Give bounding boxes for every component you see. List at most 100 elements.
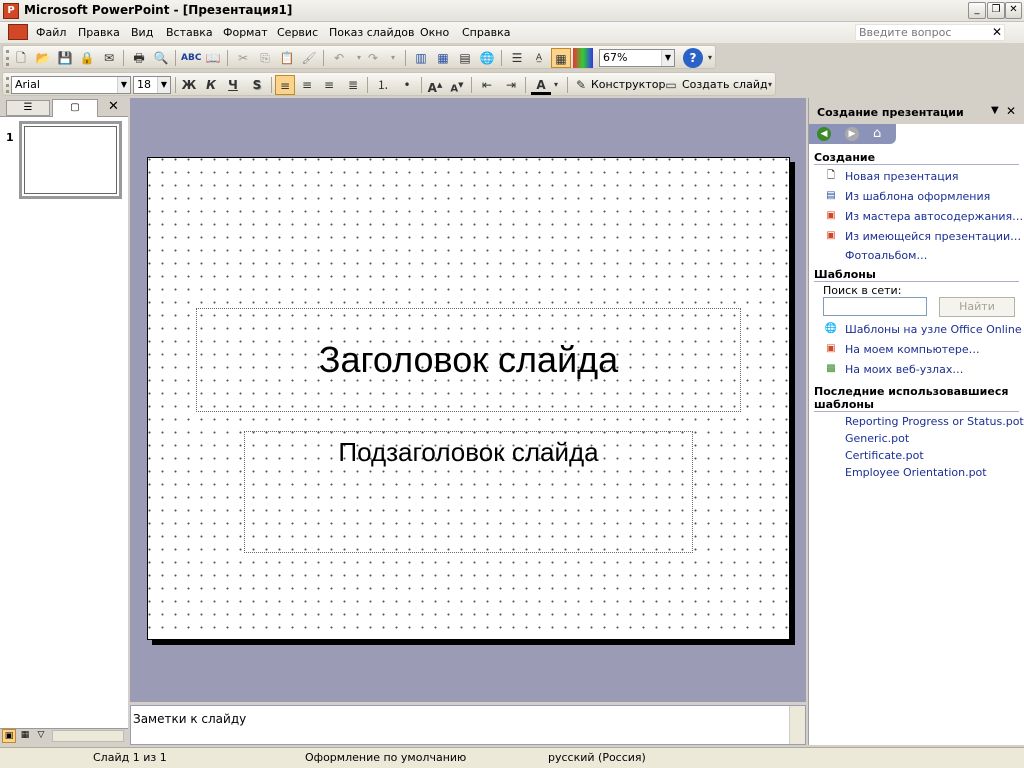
color-grayscale-icon[interactable] [573, 48, 593, 68]
decrease-font-icon[interactable]: A▼ [447, 75, 467, 95]
align-right-icon[interactable]: ≡ [319, 75, 339, 95]
link-office-online[interactable]: Шаблоны на узле Office Online [845, 323, 1022, 336]
task-pane-close-icon[interactable]: ✕ [1006, 104, 1016, 118]
link-my-web-sites[interactable]: На моих веб-узлах… [845, 363, 963, 376]
print-preview-icon[interactable]: 🔍 [151, 48, 171, 68]
title-placeholder[interactable]: Заголовок слайда [196, 308, 741, 412]
slide-thumbnail[interactable] [19, 121, 122, 199]
font-size-combo[interactable]: 18 ▼ [133, 76, 171, 94]
link-autocontent-wizard[interactable]: Из мастера автосодержания… [845, 210, 1023, 223]
subtitle-placeholder[interactable]: Подзаголовок слайда [244, 431, 693, 553]
numbering-icon[interactable]: ⒈ [373, 75, 393, 95]
tab-outline[interactable]: ☰ [6, 100, 50, 116]
menu-slideshow[interactable]: Показ слайдов [329, 26, 415, 39]
toolbar-grip[interactable] [6, 50, 9, 66]
document-icon[interactable] [8, 24, 28, 40]
bold-button[interactable]: Ж [179, 75, 199, 95]
ask-question-input[interactable]: Введите вопрос [855, 24, 1005, 41]
toolbar-options-icon[interactable]: ▾ [705, 48, 715, 68]
menu-help[interactable]: Справка [462, 26, 510, 39]
menu-file[interactable]: Файл [36, 26, 66, 39]
expand-all-icon[interactable]: ☰ [507, 48, 527, 68]
save-icon[interactable]: 💾 [55, 48, 75, 68]
close-document-icon[interactable]: ✕ [992, 25, 1002, 39]
increase-font-icon[interactable]: A▲ [425, 75, 445, 95]
menu-format[interactable]: Формат [223, 26, 268, 39]
increase-indent-icon[interactable]: ⇥ [501, 75, 521, 95]
cut-icon[interactable]: ✂ [233, 48, 253, 68]
toolbar-grip[interactable] [6, 77, 9, 93]
find-button[interactable]: Найти [939, 297, 1015, 317]
task-pane-menu-icon[interactable]: ▼ [991, 105, 999, 116]
undo-icon[interactable]: ↶ [329, 48, 349, 68]
insert-table-icon[interactable]: ▦ [433, 48, 453, 68]
toolbar-options-icon[interactable]: ▾ [765, 75, 775, 95]
spelling-icon[interactable]: ABC [181, 48, 201, 68]
justify-icon[interactable]: ≣ [343, 75, 363, 95]
chevron-down-icon[interactable]: ▼ [117, 77, 130, 93]
normal-view-icon[interactable]: ▣ [2, 729, 16, 743]
insert-chart-icon[interactable]: ▥ [411, 48, 431, 68]
link-recent-template[interactable]: Employee Orientation.pot [845, 466, 987, 479]
zoom-combo[interactable]: 67% ▼ [599, 49, 675, 67]
decrease-indent-icon[interactable]: ⇤ [477, 75, 497, 95]
minimize-button[interactable]: _ [968, 2, 986, 19]
designer-icon[interactable]: ✎ [571, 75, 591, 95]
link-recent-template[interactable]: Reporting Progress or Status.pot [845, 415, 1024, 428]
insert-hyperlink-icon[interactable]: 🌐 [477, 48, 497, 68]
menu-tools[interactable]: Сервис [277, 26, 318, 39]
link-recent-template[interactable]: Certificate.pot [845, 449, 924, 462]
home-icon[interactable]: ⌂ [873, 126, 881, 141]
close-panel-icon[interactable]: ✕ [108, 99, 119, 114]
redo-icon[interactable]: ↷ [363, 48, 383, 68]
chevron-down-icon[interactable]: ▼ [157, 77, 170, 93]
horizontal-scrollbar[interactable] [52, 730, 124, 742]
link-photo-album[interactable]: Фотоальбом… [845, 249, 927, 262]
chevron-down-icon[interactable]: ▼ [661, 50, 674, 66]
shadow-button[interactable]: S [247, 75, 267, 95]
designer-button[interactable]: Конструктор [591, 78, 665, 91]
link-from-template[interactable]: Из шаблона оформления [845, 190, 990, 203]
new-slide-icon[interactable]: ▭ [661, 75, 681, 95]
paste-icon[interactable]: 📋 [277, 48, 297, 68]
font-color-icon[interactable]: A [531, 75, 551, 95]
bullets-icon[interactable]: • [397, 75, 417, 95]
font-combo[interactable]: Arial ▼ [11, 76, 131, 94]
tab-slides[interactable]: ▢ [52, 99, 98, 117]
research-icon[interactable]: 📖 [203, 48, 223, 68]
email-icon[interactable]: ✉ [99, 48, 119, 68]
show-grid-icon[interactable]: ▦ [551, 48, 571, 68]
menu-view[interactable]: Вид [131, 26, 153, 39]
tables-borders-icon[interactable]: ▤ [455, 48, 475, 68]
link-existing-presentation[interactable]: Из имеющейся презентации… [845, 230, 1021, 243]
new-icon[interactable]: 🗋 [11, 48, 31, 68]
link-new-presentation[interactable]: Новая презентация [845, 170, 959, 183]
permission-icon[interactable]: 🔒 [77, 48, 97, 68]
notes-scrollbar[interactable] [789, 706, 805, 744]
link-recent-template[interactable]: Generic.pot [845, 432, 909, 445]
menu-edit[interactable]: Правка [78, 26, 120, 39]
redo-dropdown-icon[interactable]: ▾ [383, 48, 403, 68]
slideshow-icon[interactable]: ▽ [34, 729, 48, 743]
forward-icon[interactable]: ▶ [845, 127, 859, 141]
notes-pane[interactable]: Заметки к слайду [130, 705, 806, 745]
slide-sorter-icon[interactable]: ▦ [18, 729, 32, 743]
new-slide-button[interactable]: Создать слайд [682, 78, 768, 91]
open-icon[interactable]: 📂 [33, 48, 53, 68]
close-window-button[interactable]: ✕ [1005, 2, 1022, 19]
restore-button[interactable]: ❐ [987, 2, 1005, 19]
menu-insert[interactable]: Вставка [166, 26, 213, 39]
slide-canvas[interactable]: Заголовок слайда Подзаголовок слайда [147, 157, 790, 640]
print-icon[interactable]: 🖶 [129, 48, 149, 68]
font-color-dropdown-icon[interactable]: ▾ [551, 75, 561, 95]
template-search-input[interactable] [823, 297, 927, 316]
help-icon[interactable]: ? [683, 48, 703, 68]
format-painter-icon[interactable]: 🖌 [299, 48, 319, 68]
link-my-computer[interactable]: На моем компьютере… [845, 343, 980, 356]
align-left-icon[interactable]: ≡ [275, 75, 295, 95]
show-formatting-icon[interactable]: A̲ [529, 48, 549, 68]
menu-window[interactable]: Окно [420, 26, 449, 39]
align-center-icon[interactable]: ≡ [297, 75, 317, 95]
underline-button[interactable]: Ч [223, 75, 243, 95]
powerpoint-app-icon[interactable]: P [3, 3, 19, 19]
